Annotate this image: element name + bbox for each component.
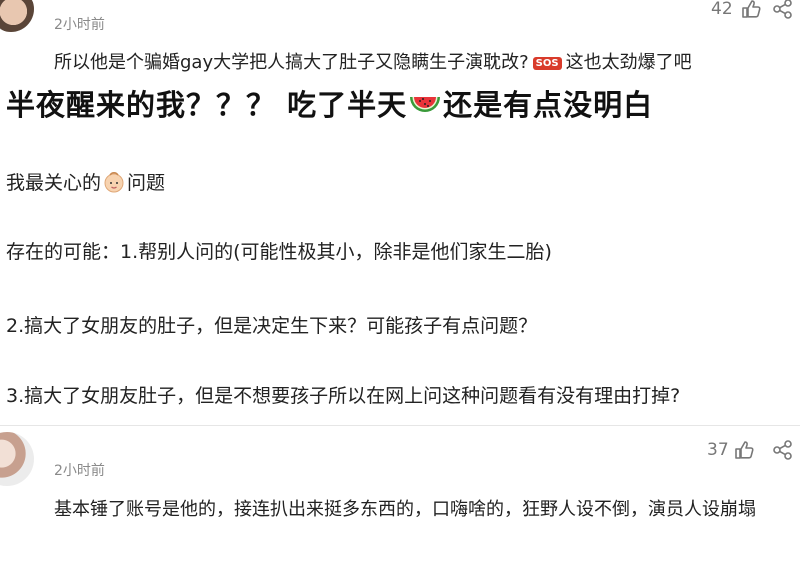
comment-text: 基本锤了账号是他的，接连扒出来挺多东西的，口嗨啥的，狂野人设不倒，演员人设崩塌 [54,499,756,520]
post-line-1: 我最关心的 问题 [6,168,165,195]
comment-timestamp: 2小时前 [54,463,105,479]
comment-1: 2小时前 42 所以他是个骗婚gay大学把人搞大了肚子又隐瞒生子演耽改? SOS 这… [0,0,800,75]
sos-icon: SOS [532,57,562,70]
comment-text-part2: 这也太劲爆了吧 [565,52,692,73]
post-line-2: 存在的可能：1.帮别人问的(可能性极其小，除非是他们家生二胎) [6,241,552,263]
divider [0,425,800,426]
avatar[interactable] [0,0,34,32]
like-count: 42 [711,0,733,19]
watermelon-icon [409,95,441,117]
post-line-4: 3.搞大了女朋友肚子，但是不想要孩子所以在网上问这种问题看有没有理由打掉? [6,385,681,407]
avatar[interactable] [0,432,34,486]
share-icon[interactable] [772,439,794,461]
comment-timestamp: 2小时前 [54,17,105,33]
post-line-3: 2.搞大了女朋友的肚子，但是决定生下来？可能孩子有点问题？ [6,315,538,337]
share-icon[interactable] [772,0,794,20]
post-headline: 半夜醒来的我？？？ 吃了半天 还是有点没明白 [6,82,653,124]
headline-part1: 半夜醒来的我？？？ 吃了半天 [6,88,408,122]
baby-icon [103,171,125,193]
like-count: 37 [707,440,729,460]
thumbs-up-icon[interactable] [740,0,762,20]
comment-text: 所以他是个骗婚gay大学把人搞大了肚子又隐瞒生子演耽改? SOS 这也太劲爆了吧 [54,48,692,74]
headline-part2: 还是有点没明白 [443,88,654,122]
comment-text-part1: 所以他是个骗婚gay大学把人搞大了肚子又隐瞒生子演耽改? [54,52,529,73]
thumbs-up-icon[interactable] [733,439,755,461]
line1-part2: 问题 [127,172,166,194]
line1-part1: 我最关心的 [6,172,102,194]
